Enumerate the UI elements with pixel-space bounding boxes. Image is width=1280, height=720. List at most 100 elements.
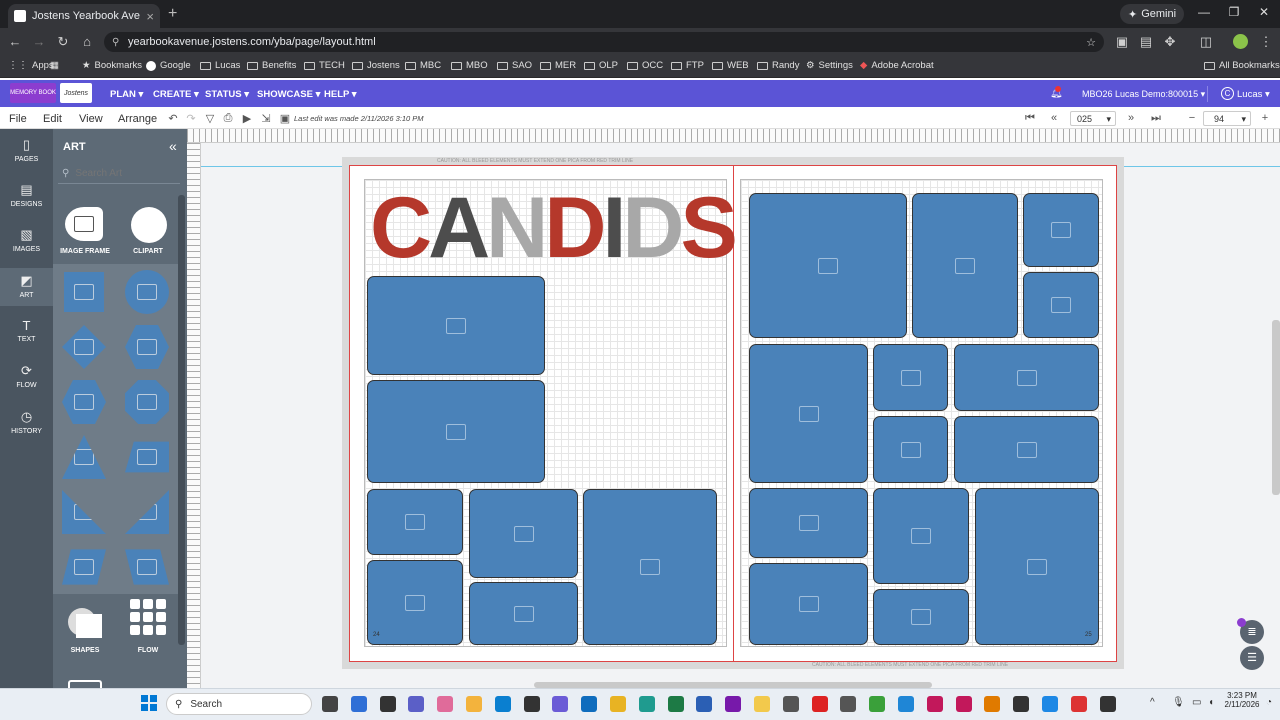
- google-icon[interactable]: [1099, 696, 1116, 712]
- app-icon[interactable]: [840, 696, 857, 712]
- more-tool-icon[interactable]: [68, 680, 102, 688]
- nav-create[interactable]: CREATE ▾: [153, 89, 199, 100]
- reload-icon[interactable]: ↻: [55, 34, 71, 50]
- image-frame[interactable]: [469, 489, 578, 578]
- bookmark-apps[interactable]: ⋮⋮ Apps: [8, 60, 54, 71]
- image-frame[interactable]: [1023, 272, 1099, 338]
- minimize-button[interactable]: —: [1194, 5, 1214, 19]
- bookmark-folder-web[interactable]: WEB: [712, 60, 749, 71]
- image-frame[interactable]: [873, 344, 948, 411]
- home-icon[interactable]: ⌂: [79, 34, 95, 49]
- widgets-icon[interactable]: [350, 696, 367, 712]
- image-frame[interactable]: [912, 193, 1018, 338]
- back-icon[interactable]: ←: [7, 34, 23, 49]
- notification-center-icon[interactable]: ◔: [1266, 697, 1272, 708]
- windows-start-icon[interactable]: [141, 695, 157, 711]
- bookmark-folder-sao[interactable]: SAO: [497, 60, 532, 71]
- bookmark-folder-olp[interactable]: OLP: [584, 60, 618, 71]
- bookmark-folder-mbo[interactable]: MBO: [451, 60, 488, 71]
- nav-plan[interactable]: PLAN ▾: [110, 89, 143, 100]
- bookmark-adobe-acrobat[interactable]: ◆ Adobe Acrobat: [860, 60, 934, 71]
- address-bar[interactable]: ⚲ yearbookavenue.jostens.com/yba/page/la…: [104, 32, 1104, 52]
- app-icon[interactable]: [782, 696, 799, 712]
- chrome-icon[interactable]: [610, 696, 626, 712]
- previous-spread-icon[interactable]: «: [1047, 112, 1061, 124]
- app-icon[interactable]: [552, 696, 569, 712]
- acrobat-icon[interactable]: [811, 696, 828, 712]
- last-page-icon[interactable]: ⏭: [1149, 112, 1163, 125]
- bookmark-folder-occ[interactable]: OCC: [627, 60, 663, 71]
- circle-frame-shape[interactable]: [125, 270, 169, 314]
- nav-showcase[interactable]: SHOWCASE ▾: [257, 89, 320, 100]
- apps-launcher-icon[interactable]: ▦: [50, 60, 59, 71]
- image-frame[interactable]: [1023, 193, 1099, 267]
- image-frame[interactable]: [367, 489, 463, 555]
- copilot-icon[interactable]: [379, 696, 396, 712]
- bookmark-bookmarks[interactable]: ★ Bookmarks: [82, 60, 142, 71]
- site-info-icon[interactable]: ⚲: [112, 37, 119, 48]
- image-frame[interactable]: [583, 489, 717, 645]
- image-frame[interactable]: [954, 416, 1099, 483]
- menu-view[interactable]: View: [79, 113, 103, 125]
- user-menu[interactable]: Lucas ▾: [1237, 89, 1270, 100]
- image-frame-tool[interactable]: [65, 207, 105, 247]
- photoshop-icon[interactable]: [898, 696, 914, 712]
- menu-file[interactable]: File: [9, 113, 27, 125]
- image-frame[interactable]: [873, 488, 969, 584]
- paint-bucket-icon[interactable]: ▽: [203, 112, 217, 125]
- nav-status[interactable]: STATUS ▾: [205, 89, 249, 100]
- teams-icon[interactable]: [408, 696, 425, 712]
- menu-edit[interactable]: Edit: [43, 113, 62, 125]
- app-icon[interactable]: [1013, 696, 1030, 712]
- panel-scrollbar[interactable]: [178, 195, 185, 645]
- task-view-icon[interactable]: [322, 696, 338, 712]
- zoom-select[interactable]: 94 ▾: [1203, 111, 1251, 126]
- preview-icon[interactable]: ▶: [240, 112, 254, 125]
- image-frame[interactable]: [975, 488, 1099, 645]
- nav-help[interactable]: HELP ▾: [324, 89, 357, 100]
- forward-icon[interactable]: →: [31, 34, 47, 49]
- illustrator-icon[interactable]: [984, 696, 1001, 712]
- bookmark-folder-tech[interactable]: TECH: [304, 60, 345, 71]
- first-page-icon[interactable]: ⏮: [1023, 112, 1037, 125]
- notes-button[interactable]: ☰: [1240, 646, 1264, 670]
- search-art-input[interactable]: [75, 168, 172, 179]
- gemini-button[interactable]: ✦ Gemini: [1120, 4, 1185, 24]
- taskbar-search[interactable]: ⚲ Search: [166, 693, 312, 715]
- dreamweaver-icon[interactable]: [869, 696, 886, 712]
- rail-item-art[interactable]: ◩ ART: [0, 268, 53, 306]
- export-icon[interactable]: ⇲: [259, 112, 273, 125]
- clock[interactable]: 3:23 PM 2/11/2026: [1222, 691, 1262, 709]
- collapse-panel-icon[interactable]: «: [169, 138, 177, 154]
- image-frame[interactable]: [367, 380, 545, 483]
- browser-tab[interactable]: Jostens Yearbook Avenue: Layo ×: [8, 4, 160, 28]
- bookmark-folder-mbc[interactable]: MBC: [405, 60, 441, 71]
- rail-item-images[interactable]: ▧ IMAGES: [0, 227, 53, 253]
- extension-icon[interactable]: ▣: [1114, 34, 1130, 50]
- shapes-tool[interactable]: [68, 608, 102, 638]
- bookmark-folder-benefits[interactable]: Benefits: [247, 60, 296, 71]
- search-art-field[interactable]: ⚲: [58, 164, 180, 184]
- square-frame-shape[interactable]: [64, 272, 104, 312]
- image-frame[interactable]: [873, 416, 948, 483]
- browser-menu-icon[interactable]: ⋮: [1258, 34, 1274, 50]
- user-avatar[interactable]: C: [1221, 87, 1234, 100]
- extension-icon[interactable]: ▤: [1138, 34, 1154, 50]
- vscode-icon[interactable]: [1042, 696, 1058, 712]
- word-icon[interactable]: [696, 696, 713, 712]
- candids-headline[interactable]: C A N D I D S: [370, 185, 738, 271]
- image-frame[interactable]: [367, 276, 545, 375]
- window-close-button[interactable]: ✕: [1254, 5, 1274, 19]
- new-tab-button[interactable]: +: [168, 5, 184, 23]
- bookmark-star-icon[interactable]: ☆: [1086, 36, 1096, 49]
- rail-item-text[interactable]: T TEXT: [0, 318, 53, 343]
- rail-item-history[interactable]: ◷ HISTORY: [0, 409, 53, 435]
- image-frame[interactable]: [367, 560, 463, 645]
- zoom-in-icon[interactable]: +: [1258, 112, 1272, 124]
- bookmark-folder-lucas[interactable]: Lucas: [200, 60, 240, 71]
- app-icon[interactable]: [1070, 696, 1087, 712]
- image-frame[interactable]: [873, 589, 969, 645]
- tab-close-icon[interactable]: ×: [146, 9, 154, 24]
- image-frame[interactable]: [954, 344, 1099, 411]
- photos-icon[interactable]: [437, 696, 454, 712]
